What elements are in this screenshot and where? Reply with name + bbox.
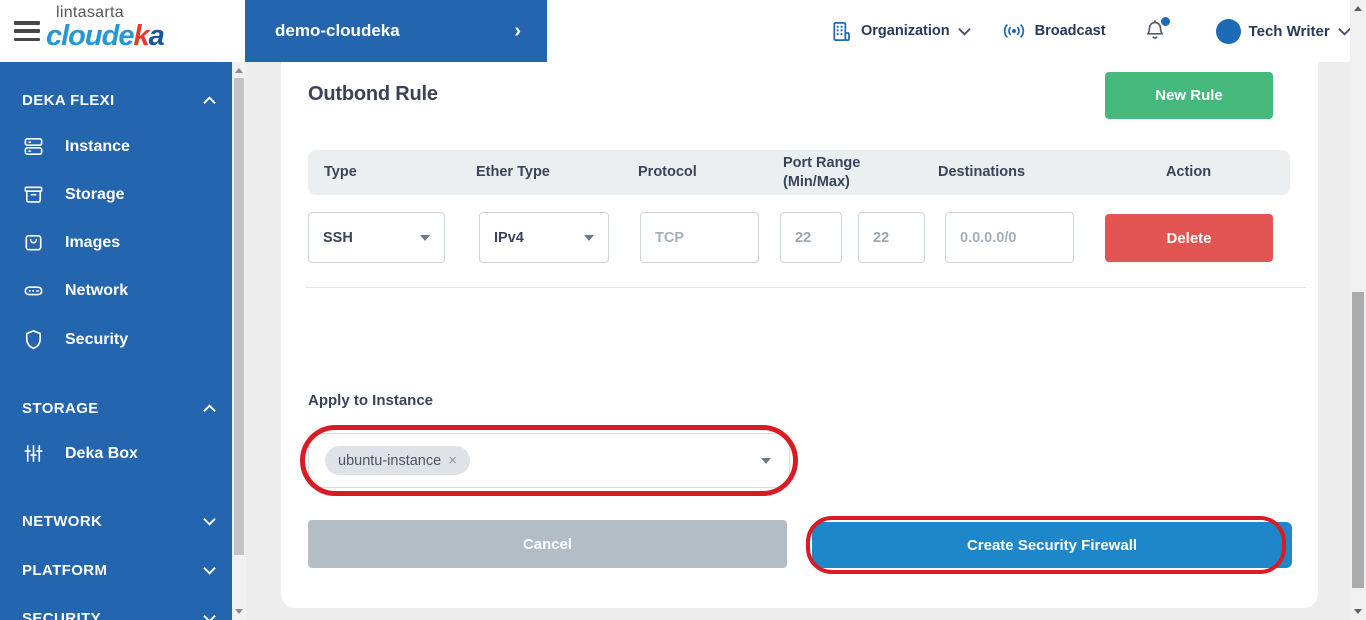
scroll-up-arrow-icon[interactable]	[235, 68, 243, 73]
page-title: Outbond Rule	[308, 83, 438, 106]
chevron-up-icon	[203, 404, 216, 413]
rules-table-header: Type Ether Type Protocol Port Range (Min…	[308, 150, 1290, 195]
sidebar-scrollbar[interactable]	[232, 62, 246, 620]
sidebar-item-network[interactable]: Network	[22, 277, 216, 304]
port-min-input[interactable]	[780, 212, 842, 263]
sidebar-group-network[interactable]: NETWORK	[22, 510, 216, 532]
broadcast-icon	[1001, 20, 1027, 42]
column-header-destinations: Destinations	[922, 163, 1087, 181]
new-rule-button[interactable]: New Rule	[1105, 72, 1273, 119]
chevron-down-icon	[203, 614, 216, 620]
sidebar-item-instance[interactable]: Instance	[22, 133, 216, 160]
sidebar-item-storage[interactable]: Storage	[22, 181, 216, 208]
router-icon	[22, 279, 45, 302]
chevron-down-icon	[203, 566, 216, 575]
protocol-input[interactable]	[640, 212, 759, 263]
sidebar-scrollbar-thumb[interactable]	[234, 78, 244, 555]
page-scrollbar-thumb[interactable]	[1352, 292, 1364, 588]
user-avatar	[1216, 19, 1241, 44]
topbar-right-cluster: Organization Broadcast	[830, 0, 1351, 62]
scroll-down-arrow-icon[interactable]	[1354, 609, 1362, 614]
sidebar-group-security[interactable]: SECURITY	[22, 607, 216, 620]
section-divider	[305, 287, 1306, 288]
create-security-firewall-button[interactable]: Create Security Firewall	[812, 522, 1292, 568]
logo-company-text: lintasarta	[56, 5, 164, 21]
notifications-button[interactable]	[1144, 18, 1168, 44]
broadcast-label: Broadcast	[1035, 23, 1106, 39]
destinations-input[interactable]	[945, 212, 1074, 263]
archive-box-icon	[22, 183, 45, 206]
sliders-icon	[22, 442, 45, 465]
column-header-port-range: Port Range (Min/Max)	[767, 154, 922, 190]
notification-dot	[1161, 17, 1170, 26]
page-scrollbar[interactable]	[1350, 0, 1366, 620]
chevron-up-icon	[203, 96, 216, 105]
delete-rule-button[interactable]: Delete	[1105, 214, 1273, 262]
hamburger-menu-icon[interactable]	[14, 21, 40, 41]
organization-label: Organization	[861, 23, 950, 39]
chevron-right-icon: ›	[514, 20, 521, 43]
user-name: Tech Writer	[1249, 23, 1330, 40]
chevron-down-icon	[420, 235, 430, 241]
chevron-down-icon	[203, 517, 216, 526]
ether-type-select[interactable]: IPv4	[479, 212, 609, 263]
sidebar-item-security[interactable]: Security	[22, 326, 216, 353]
cancel-button[interactable]: Cancel	[308, 520, 787, 568]
instance-multiselect[interactable]: ubuntu-instance ×	[308, 433, 790, 488]
chip-remove-icon[interactable]: ×	[448, 452, 457, 469]
scroll-down-arrow-icon[interactable]	[235, 609, 243, 614]
shield-icon	[22, 328, 45, 351]
topbar: lintasarta cloudeka demo-cloudeka ›	[0, 0, 1366, 62]
column-header-action: Action	[1087, 163, 1290, 181]
user-menu[interactable]: Tech Writer	[1216, 19, 1351, 44]
port-max-input[interactable]	[858, 212, 925, 263]
column-header-type: Type	[308, 163, 460, 181]
server-icon	[22, 135, 45, 158]
submit-button-wrap: Create Security Firewall	[812, 522, 1292, 568]
bag-icon	[22, 231, 45, 254]
project-name: demo-cloudeka	[275, 21, 400, 41]
column-header-protocol: Protocol	[622, 163, 767, 181]
chevron-down-icon	[761, 458, 771, 464]
organization-menu[interactable]: Organization	[830, 20, 971, 43]
selected-instance-chip: ubuntu-instance ×	[325, 446, 470, 475]
broadcast-menu[interactable]: Broadcast	[1001, 20, 1106, 42]
brand-logo: lintasarta cloudeka	[46, 5, 164, 51]
sidebar-group-storage[interactable]: STORAGE	[22, 397, 216, 419]
project-selector-button[interactable]: demo-cloudeka ›	[245, 0, 547, 62]
sidebar-group-deka-flexi[interactable]: DEKA FLEXI	[22, 89, 216, 111]
apply-to-instance-field-wrap: ubuntu-instance ×	[308, 433, 790, 488]
chevron-down-icon	[584, 235, 594, 241]
building-icon	[830, 20, 853, 43]
rule-type-select[interactable]: SSH	[308, 212, 445, 263]
chevron-down-icon	[958, 27, 971, 36]
security-firewall-form-card: Outbond Rule New Rule Type Ether Type Pr…	[281, 62, 1318, 608]
scroll-up-arrow-icon[interactable]	[1354, 6, 1362, 11]
table-row: SSH IPv4 Delete	[308, 212, 1290, 263]
sidebar-item-deka-box[interactable]: Deka Box	[22, 440, 216, 467]
sidebar-group-platform[interactable]: PLATFORM	[22, 559, 216, 581]
app-root: lintasarta cloudeka demo-cloudeka ›	[0, 0, 1366, 620]
apply-to-instance-label: Apply to Instance	[308, 392, 433, 409]
sidebar: DEKA FLEXI Instance Storage	[0, 62, 232, 620]
chevron-down-icon	[1338, 27, 1351, 36]
chip-label: ubuntu-instance	[338, 453, 441, 469]
logo-brand-text: cloudeka	[46, 22, 164, 51]
column-header-ether-type: Ether Type	[460, 163, 622, 181]
sidebar-item-images[interactable]: Images	[22, 229, 216, 256]
